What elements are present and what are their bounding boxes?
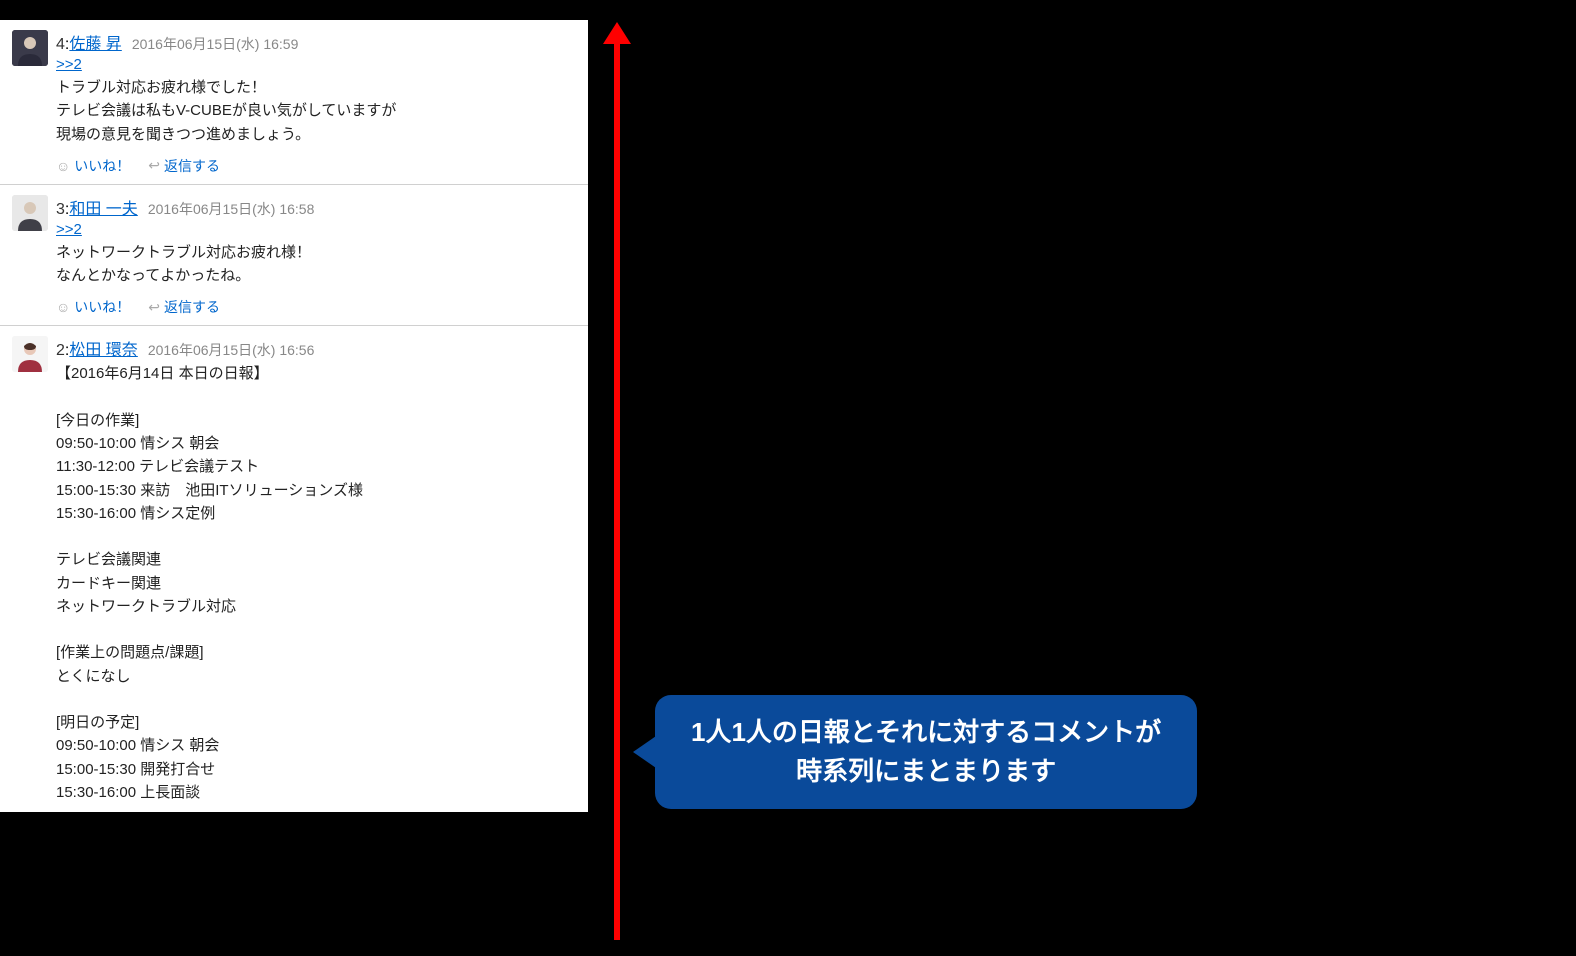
post-header: 2:松田 環奈 2016年06月15日(水) 16:56 [56,336,576,360]
post-number: 3 [56,201,65,218]
like-label: いいね！ [74,297,130,317]
reference-link[interactable]: >>2 [56,221,82,238]
post: 3:和田 一夫 2016年06月15日(水) 16:58 >>2 ネットワークト… [0,185,588,327]
post-actions: ☺ いいね！ ↩ 返信する [56,297,576,317]
callout-text: 1人1人の日報とそれに対するコメントが 時系列にまとまります [691,717,1161,786]
post-number: 4 [56,36,65,53]
author-link[interactable]: 佐藤 昇 [69,36,121,53]
smile-icon: ☺ [56,299,70,315]
author-link[interactable]: 和田 一夫 [69,201,137,218]
post-body: ネットワークトラブル対応お疲れ様！ なんとかなってよかったね。 [56,241,576,288]
avatar[interactable] [12,30,48,66]
annotation-callout: 1人1人の日報とそれに対するコメントが 時系列にまとまります [655,695,1197,809]
timeline-arrow [614,40,620,940]
post-timestamp: 2016年06月15日(水) 16:58 [148,199,315,219]
post-body: トラブル対応お疲れ様でした！ テレビ会議は私もV-CUBEが良い気がしていますが… [56,76,576,146]
post-header: 4:佐藤 昇 2016年06月15日(水) 16:59 [56,30,576,54]
post-number: 2 [56,342,65,359]
post-body-wrap: >>2 トラブル対応お疲れ様でした！ テレビ会議は私もV-CUBEが良い気がして… [56,56,576,146]
like-button[interactable]: ☺ いいね！ [56,156,130,176]
reply-icon: ↩ [148,299,160,316]
post-actions: ☺ いいね！ ↩ 返信する [56,156,576,176]
reply-button[interactable]: ↩ 返信する [148,297,220,317]
post-timestamp: 2016年06月15日(水) 16:56 [148,340,315,360]
smile-icon: ☺ [56,158,70,174]
post-body-wrap: >>2 ネットワークトラブル対応お疲れ様！ なんとかなってよかったね。 [56,221,576,288]
thread-panel: 4:佐藤 昇 2016年06月15日(水) 16:59 >>2 トラブル対応お疲… [0,20,588,812]
post-header: 3:和田 一夫 2016年06月15日(水) 16:58 [56,195,576,219]
reply-label: 返信する [164,156,220,176]
reply-icon: ↩ [148,157,160,174]
reply-label: 返信する [164,297,220,317]
like-button[interactable]: ☺ いいね！ [56,297,130,317]
post-body-wrap: 【2016年6月14日 本日の日報】 [今日の作業] 09:50-10:00 情… [56,362,576,804]
reply-button[interactable]: ↩ 返信する [148,156,220,176]
post-timestamp: 2016年06月15日(水) 16:59 [132,34,299,54]
post: 4:佐藤 昇 2016年06月15日(水) 16:59 >>2 トラブル対応お疲… [0,20,588,185]
post-body: 【2016年6月14日 本日の日報】 [今日の作業] 09:50-10:00 情… [56,362,576,804]
post: 2:松田 環奈 2016年06月15日(水) 16:56 【2016年6月14日… [0,326,588,812]
avatar[interactable] [12,336,48,372]
reference-link[interactable]: >>2 [56,56,82,73]
like-label: いいね！ [74,156,130,176]
author-link[interactable]: 松田 環奈 [69,342,137,359]
avatar[interactable] [12,195,48,231]
